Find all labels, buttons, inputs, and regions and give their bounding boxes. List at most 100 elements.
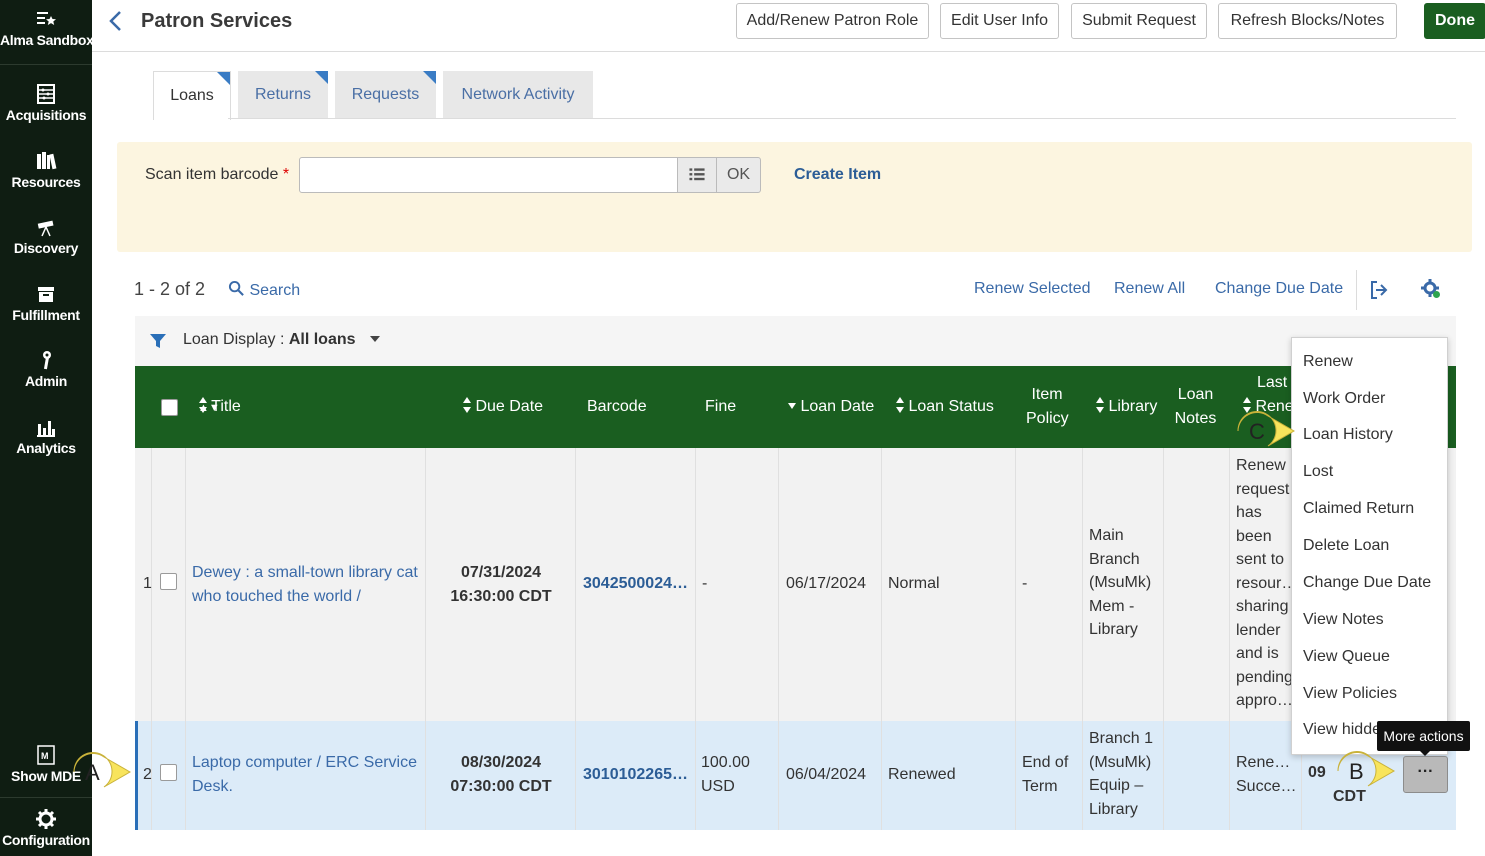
select-all-checkbox[interactable] — [161, 399, 178, 416]
tabs-divider — [228, 118, 1456, 119]
due-date-cell: 08/30/2024 07:30:00 CDT — [435, 751, 567, 798]
create-item-link[interactable]: Create Item — [794, 166, 881, 184]
nav-item-fulfillment[interactable]: Fulfillment — [0, 283, 92, 323]
row-index: 1 — [143, 575, 152, 592]
last-renew-status-cell: Rene… Succe… — [1236, 751, 1296, 798]
tab-requests[interactable]: Requests — [335, 71, 436, 119]
loan-display-value: All loans — [288, 331, 356, 348]
menu-item-renew[interactable]: Renew — [1303, 353, 1353, 371]
status-line: appro… — [1236, 692, 1293, 709]
scan-ok-button[interactable]: OK — [716, 157, 761, 193]
menu-item-loan-history[interactable]: Loan History — [1303, 426, 1393, 444]
scan-label-text: Scan item barcode — [145, 166, 279, 183]
sort-icon — [896, 397, 904, 413]
column-label-line2: Policy — [1026, 410, 1069, 427]
column-header-due-date[interactable]: Due Date — [463, 395, 543, 419]
done-button[interactable]: Done — [1424, 3, 1485, 39]
back-arrow-icon[interactable] — [106, 9, 126, 33]
barcode-link[interactable]: 3010102265… — [583, 763, 688, 787]
nav-item-admin[interactable]: Admin — [0, 349, 92, 389]
column-divider — [185, 448, 186, 721]
loan-title-link[interactable]: Laptop computer / ERC Service Desk. — [192, 751, 417, 798]
due-date-partial-line: 09 — [1308, 764, 1326, 781]
nav-label: Acquisitions — [5, 107, 87, 123]
tab-returns[interactable]: Returns — [238, 71, 328, 119]
tab-network-activity[interactable]: Network Activity — [443, 71, 593, 119]
item-policy-cell: - — [1022, 575, 1028, 592]
column-divider — [1082, 448, 1083, 721]
menu-item-view-notes[interactable]: View Notes — [1303, 611, 1384, 629]
loan-display-dropdown[interactable]: Loan Display : All loans — [183, 331, 380, 349]
sort-icon — [199, 397, 207, 413]
column-header-title-sort[interactable]: Title — [199, 395, 241, 419]
column-label-line1: Last — [1257, 374, 1288, 391]
column-divider — [575, 721, 576, 830]
change-due-date-link[interactable]: Change Due Date — [1215, 280, 1343, 298]
scan-item-barcode-label: Scan item barcode * — [145, 166, 289, 184]
tooltip-arrow — [1419, 750, 1431, 756]
renew-selected-link[interactable]: Renew Selected — [974, 280, 1091, 298]
column-label: Library — [1108, 398, 1158, 415]
column-divider — [575, 448, 576, 721]
renew-all-link[interactable]: Renew All — [1114, 280, 1185, 298]
status-line1: Rene… — [1236, 754, 1291, 771]
column-header-barcode: Barcode — [587, 398, 647, 415]
list-star-icon — [0, 8, 92, 30]
item-policy-cell: End of Term — [1022, 751, 1068, 798]
menu-item-view-queue[interactable]: View Queue — [1303, 648, 1390, 666]
loan-display-label: Loan Display : — [183, 331, 285, 348]
submit-request-button[interactable]: Submit Request — [1071, 3, 1207, 39]
page-header: Patron Services Add/Renew Patron Role Ed… — [92, 0, 1485, 52]
refresh-blocks-notes-button[interactable]: Refresh Blocks/Notes — [1218, 3, 1397, 39]
row-checkbox[interactable] — [160, 573, 177, 590]
callout-c: C — [1234, 411, 1296, 450]
tab-label: Network Activity — [461, 86, 575, 103]
barcode-list-button[interactable] — [677, 157, 717, 193]
loan-title-link[interactable]: Dewey : a small-town library cat who tou… — [192, 561, 418, 608]
tab-label: Loans — [170, 87, 214, 104]
fine-cell: - — [702, 575, 708, 592]
wrench-icon — [0, 349, 92, 371]
column-header-loan-date[interactable]: Loan Date — [788, 395, 874, 419]
filter-icon — [150, 334, 166, 348]
policy-line2: Term — [1022, 777, 1058, 795]
column-header-library[interactable]: Library — [1096, 395, 1157, 419]
table-settings-gear-icon[interactable] — [1420, 278, 1442, 300]
add-renew-patron-role-button[interactable]: Add/Renew Patron Role — [736, 3, 929, 39]
scan-item-barcode-input[interactable] — [299, 157, 678, 193]
menu-item-view-policies[interactable]: View Policies — [1303, 685, 1397, 703]
menu-item-delete-loan[interactable]: Delete Loan — [1303, 537, 1389, 555]
search-link[interactable]: Search — [228, 280, 300, 300]
export-icon[interactable] — [1368, 279, 1390, 301]
nav-item-resources[interactable]: Resources — [0, 150, 92, 190]
nav-item-analytics[interactable]: Analytics — [0, 416, 92, 456]
tab-label: Requests — [351, 86, 420, 103]
menu-item-work-order[interactable]: Work Order — [1303, 390, 1385, 408]
menu-item-view-hidden[interactable]: View hidde — [1303, 721, 1381, 739]
column-label: Due Date — [475, 398, 544, 415]
tab-corner-marker — [423, 71, 436, 84]
tab-loans[interactable]: Loans — [153, 71, 231, 120]
barcode-link[interactable]: 3042500024… — [583, 572, 688, 596]
nav-item-discovery[interactable]: Discovery — [0, 216, 92, 256]
books-icon — [0, 150, 92, 172]
nav-divider — [0, 64, 92, 65]
menu-item-lost[interactable]: Lost — [1303, 463, 1333, 481]
library-line: (MsuMk) — [1089, 574, 1152, 591]
table-row[interactable]: 1 Dewey : a small-town library cat who t… — [135, 448, 1456, 721]
title-line1: Laptop computer / ERC Service — [192, 754, 417, 771]
edit-user-info-button[interactable]: Edit User Info — [940, 3, 1059, 39]
column-header-loan-status[interactable]: Loan Status — [896, 395, 994, 419]
loan-status-cell: Normal — [888, 575, 940, 592]
title-line2: who touched the world / — [192, 587, 361, 605]
nav-item-acquisitions[interactable]: Acquisitions — [0, 83, 92, 123]
nav-item-configuration[interactable]: Configuration — [0, 808, 92, 848]
table-row-selected[interactable]: 2 Laptop computer / ERC Service Desk. 08… — [135, 721, 1456, 830]
menu-item-claimed-return[interactable]: Claimed Return — [1303, 500, 1414, 518]
menu-item-change-due-date[interactable]: Change Due Date — [1303, 574, 1431, 592]
nav-label: Configuration — [2, 832, 90, 848]
nav-label: Admin — [24, 373, 68, 389]
nav-item-alma-sandbox[interactable]: Alma Sandbox — [0, 8, 94, 48]
more-actions-button[interactable]: ··· — [1403, 756, 1448, 793]
row-checkbox[interactable] — [160, 764, 177, 781]
